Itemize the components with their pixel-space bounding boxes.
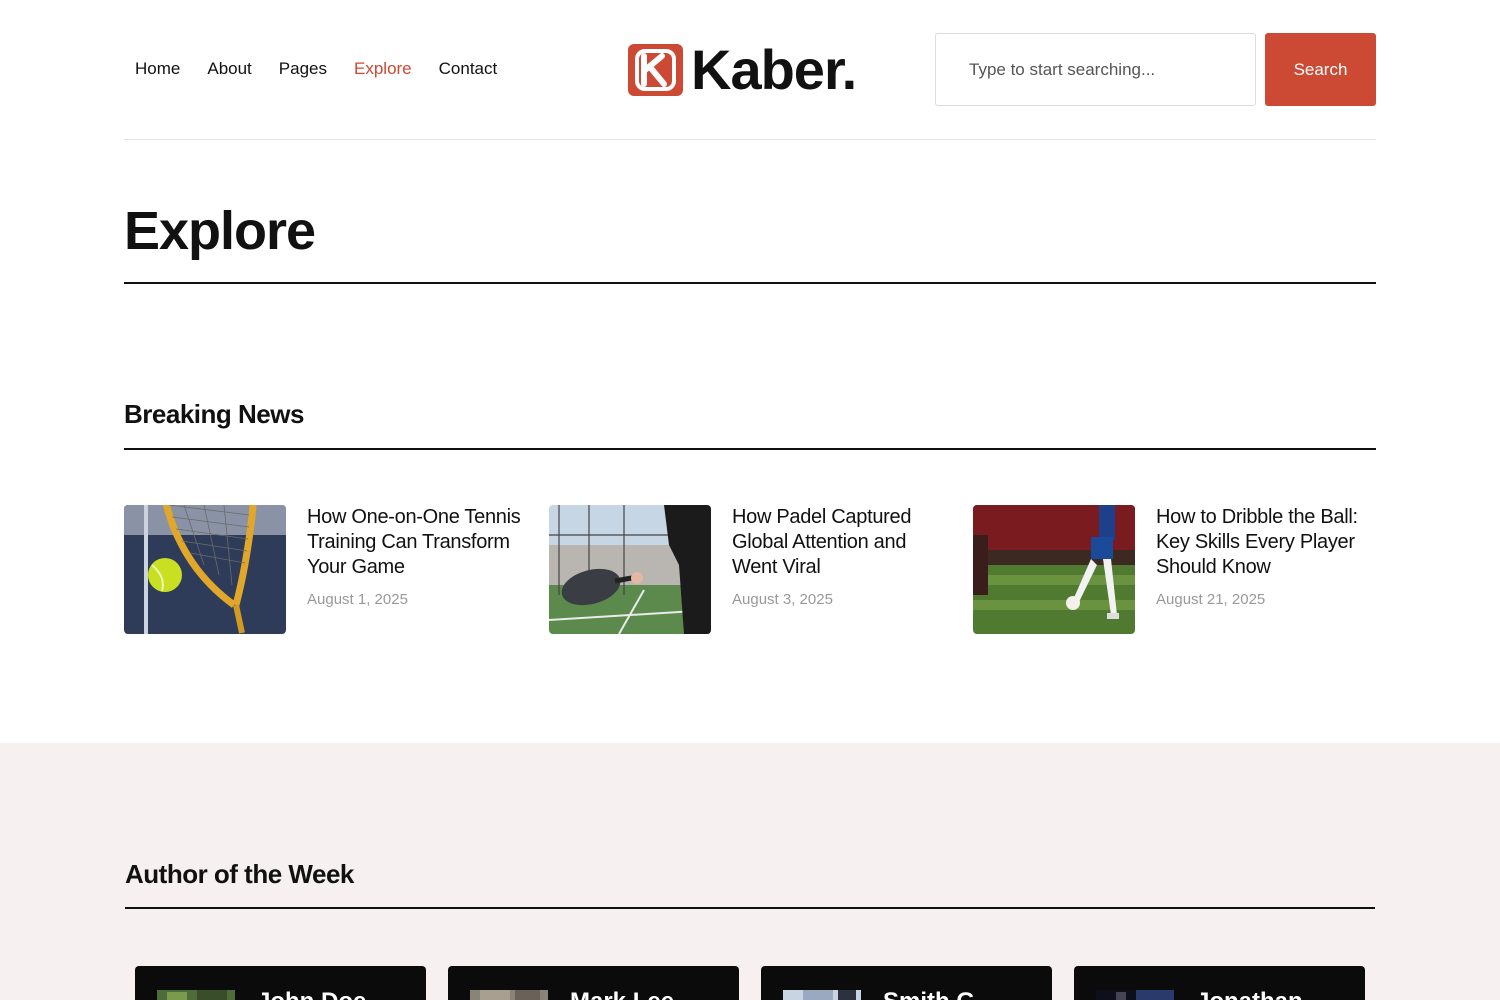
author-of-week-heading: Author of the Week <box>125 859 354 889</box>
news-title[interactable]: How Padel Captured Global Attention and … <box>732 505 952 580</box>
site-logo[interactable]: Kaber. <box>628 38 857 101</box>
news-card[interactable]: How to Dribble the Ball: Key Skills Ever… <box>973 505 1373 635</box>
avatar <box>783 990 861 1000</box>
news-title[interactable]: How One-on-One Tennis Training Can Trans… <box>307 505 527 580</box>
brand-name: Kaber. <box>691 38 857 101</box>
main-nav: Home About Pages Explore Contact <box>135 58 524 80</box>
nav-pages[interactable]: Pages <box>279 58 327 80</box>
avatar <box>1096 990 1174 1000</box>
search-button[interactable]: Search <box>1265 33 1376 106</box>
title-divider <box>124 282 1376 284</box>
author-name[interactable]: Jonathan <box>1196 988 1303 1000</box>
breaking-news-heading: Breaking News <box>124 399 304 429</box>
header-divider <box>124 139 1376 140</box>
kaber-logo-icon <box>628 44 683 96</box>
breaking-news-divider <box>124 448 1376 450</box>
news-card[interactable]: How Padel Captured Global Attention and … <box>549 505 949 635</box>
news-thumbnail-soccer[interactable] <box>973 505 1135 634</box>
news-thumbnail-tennis[interactable] <box>124 505 286 634</box>
avatar <box>157 990 235 1000</box>
nav-about[interactable]: About <box>207 58 251 80</box>
nav-explore[interactable]: Explore <box>354 58 412 80</box>
page-title: Explore <box>124 201 316 261</box>
search-field[interactable] <box>935 33 1256 106</box>
author-card[interactable]: Jonathan <box>1074 966 1365 1000</box>
news-thumbnail-padel[interactable] <box>549 505 711 634</box>
author-of-week-section: Author of the Week John Doe Mark Lee Smi… <box>0 743 1500 1000</box>
news-title[interactable]: How to Dribble the Ball: Key Skills Ever… <box>1156 505 1376 580</box>
nav-contact[interactable]: Contact <box>439 58 498 80</box>
search-input[interactable] <box>936 34 1255 105</box>
nav-home[interactable]: Home <box>135 58 180 80</box>
site-header: Home About Pages Explore Contact Kaber. … <box>0 0 1500 141</box>
author-divider <box>125 907 1375 909</box>
avatar <box>470 990 548 1000</box>
author-card[interactable]: Smith G <box>761 966 1052 1000</box>
news-date: August 21, 2025 <box>1156 591 1266 608</box>
news-date: August 1, 2025 <box>307 591 408 608</box>
author-name[interactable]: Smith G <box>883 988 975 1000</box>
news-card[interactable]: How One-on-One Tennis Training Can Trans… <box>124 505 524 635</box>
author-name[interactable]: John Doe <box>257 988 366 1000</box>
news-date: August 3, 2025 <box>732 591 833 608</box>
author-card[interactable]: John Doe <box>135 966 426 1000</box>
author-card[interactable]: Mark Lee <box>448 966 739 1000</box>
author-name[interactable]: Mark Lee <box>570 988 674 1000</box>
